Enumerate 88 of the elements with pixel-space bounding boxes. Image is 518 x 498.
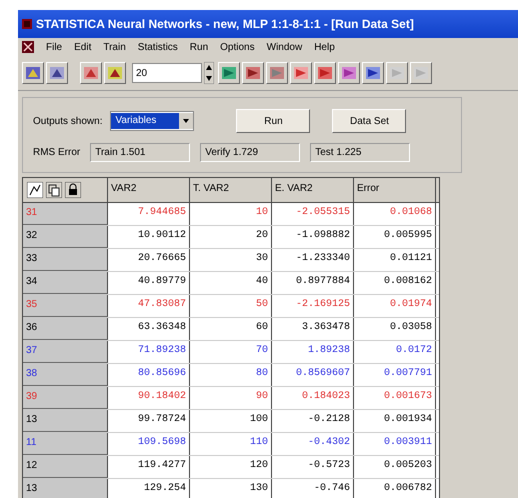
menu-item[interactable]: Edit [74,42,92,52]
table-cell: -0.746 [272,479,354,498]
table-cell: -0.2128 [272,410,354,432]
chart-icon[interactable] [27,182,43,198]
column-header[interactable]: VAR2 [108,178,190,202]
row-header[interactable]: 13 [23,479,108,498]
table-cell: 0.003911 [354,433,436,455]
table-cell: 40 [190,272,272,294]
table-cell: 0.184023 [272,387,354,409]
menu-item[interactable]: File [46,42,62,52]
table-cell: 40.89779 [108,272,190,294]
table-cell: 30 [190,249,272,271]
table-cell: 99.78724 [108,410,190,432]
table-cell: -1.098882 [272,226,354,248]
row-header[interactable]: 12 [23,456,108,478]
table-cell: 120 [190,456,272,478]
menu-item[interactable]: Help [314,42,335,52]
table-cell: -0.4302 [272,433,354,455]
row-header[interactable]: 33 [23,249,108,271]
table-cell: 0.03058 [354,318,436,340]
table-cell: 0.8977884 [272,272,354,294]
menu-item[interactable]: Statistics [138,42,178,52]
table-cell: 119.4277 [108,456,190,478]
row-header[interactable]: 37 [23,341,108,363]
table-cell: -0.5723 [272,456,354,478]
table-cell: 10.90112 [108,226,190,248]
outputs-label: Outputs shown: [33,116,102,126]
table-cell: 100 [190,410,272,432]
table-cell: 0.007791 [354,364,436,386]
window-title: STATISTICA Neural Networks - new, MLP 1:1-8-1:1 - [Run Data Set] [36,17,414,31]
spin-field[interactable]: 20 [132,63,202,83]
table-cell: -2.055315 [272,203,354,225]
document-icon [22,41,34,53]
table-cell: 0.001673 [354,387,436,409]
table-cell: -2.169125 [272,295,354,317]
table-cell: 80.85696 [108,364,190,386]
rms-error-label: RMS Error [33,146,80,158]
table-cell: 10 [190,203,272,225]
table-cell: 20.76665 [108,249,190,271]
menu-item[interactable]: Window [266,42,302,52]
menu-item[interactable]: Train [103,42,126,52]
table-cell: 0.01974 [354,295,436,317]
table-cell: 0.0172 [354,341,436,363]
table-cell: 3.363478 [272,318,354,340]
table-cell: 7.944685 [108,203,190,225]
run-button[interactable]: Run [236,109,310,133]
table-cell: 129.254 [108,479,190,498]
table-cell: 0.005995 [354,226,436,248]
column-header[interactable]: T. VAR2 [190,178,272,202]
table-cell: 70 [190,341,272,363]
table-cell: 110 [190,433,272,455]
table-cell: 90.18402 [108,387,190,409]
table-cell: 130 [190,479,272,498]
table-cell: 0.8569607 [272,364,354,386]
row-header[interactable]: 11 [23,433,108,455]
menu-item[interactable]: Options [220,42,255,52]
copy-icon[interactable] [46,182,62,198]
row-header[interactable]: 13 [23,410,108,432]
test-error-field: Test 1.225 [310,142,410,162]
verify-error-field: Verify 1.729 [200,142,300,162]
spin-arrows-icon[interactable] [204,62,214,84]
train-error-field: Train 1.501 [90,142,190,162]
data-set-button[interactable]: Data Set [332,109,406,133]
table-cell: 1.89238 [272,341,354,363]
outputs-dropdown[interactable]: Variables [110,111,194,131]
menu-item[interactable]: Run [190,42,208,52]
table-cell: 0.006782 [354,479,436,498]
row-header[interactable]: 32 [23,226,108,248]
table-cell: 71.89238 [108,341,190,363]
table-cell: 47.83087 [108,295,190,317]
table-cell: -1.233340 [272,249,354,271]
table-cell: 0.01121 [354,249,436,271]
table-cell: 90 [190,387,272,409]
lock-icon[interactable] [65,182,81,198]
table-cell: 109.5698 [108,433,190,455]
table-cell: 0.01068 [354,203,436,225]
table-cell: 50 [190,295,272,317]
table-cell: 0.001934 [354,410,436,432]
row-header[interactable]: 36 [23,318,108,340]
table-cell: 20 [190,226,272,248]
app-icon [22,19,32,29]
table-cell: 60 [190,318,272,340]
table-cell: 63.36348 [108,318,190,340]
table-cell: 0.005203 [354,456,436,478]
row-header[interactable]: 34 [23,272,108,294]
row-header[interactable]: 38 [23,364,108,386]
table-cell: 0.008162 [354,272,436,294]
table-cell: 80 [190,364,272,386]
